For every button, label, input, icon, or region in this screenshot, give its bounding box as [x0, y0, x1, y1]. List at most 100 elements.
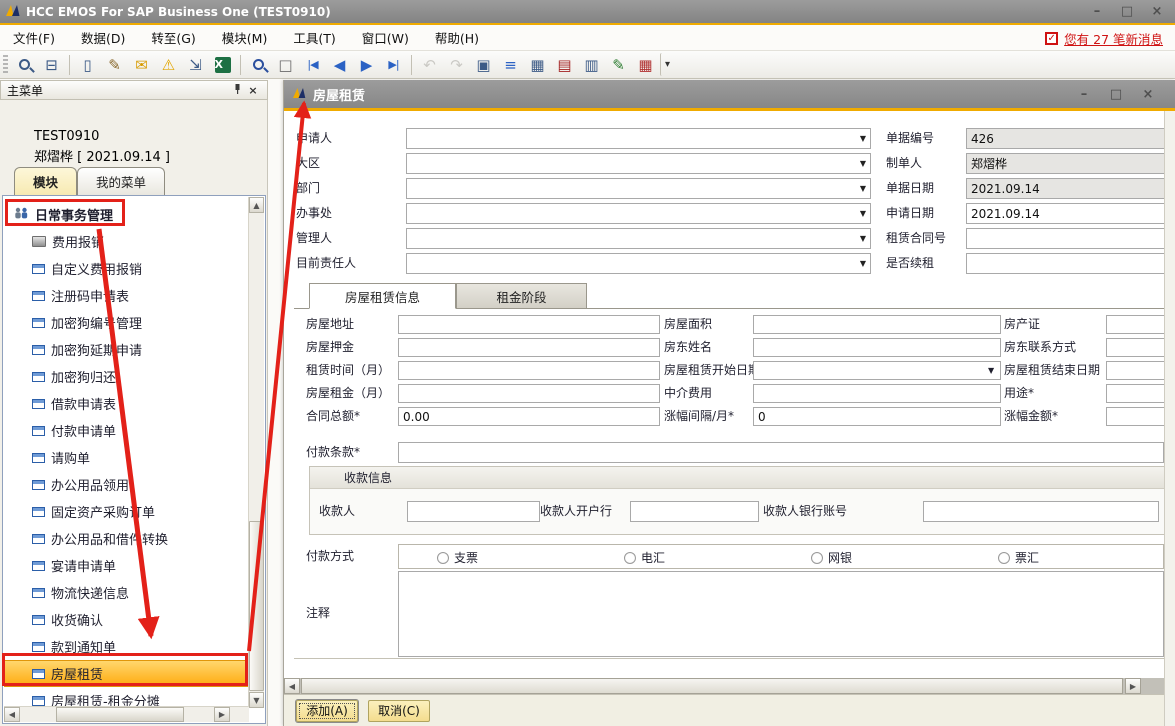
excel-icon[interactable]: X — [210, 53, 235, 76]
collection-field-2[interactable] — [923, 501, 1159, 522]
collection-field-1[interactable] — [630, 501, 759, 522]
sidebar-horizontal-scrollbar[interactable]: ◀ ▶ — [4, 706, 249, 722]
print-icon[interactable]: ⊟ — [39, 53, 64, 76]
toolbar-overflow-button[interactable]: ▾ — [660, 53, 674, 76]
sidebar-item-0[interactable]: 日常事务管理 — [4, 201, 248, 228]
sidebar-item-7[interactable]: 借款申请表 — [4, 390, 248, 417]
scroll-thumb[interactable] — [301, 678, 1123, 694]
sidebar-item-17[interactable]: 房屋租赁 — [4, 660, 248, 687]
scroll-up-icon[interactable]: ▲ — [249, 197, 264, 213]
pin-icon[interactable] — [229, 83, 245, 98]
cancel-button[interactable]: 取消(C) — [368, 700, 430, 722]
scroll-thumb[interactable] — [249, 521, 264, 691]
minimize-icon[interactable]: – — [1089, 4, 1105, 19]
remarks-textarea[interactable] — [398, 571, 1164, 657]
user-code: TEST0910 — [34, 126, 170, 147]
doc-field-3[interactable] — [966, 203, 1166, 224]
menu-item-6[interactable]: 帮助(H) — [422, 28, 492, 47]
warning-icon[interactable]: ⚠ — [156, 53, 181, 76]
sidebar-item-5[interactable]: 加密狗延期申请 — [4, 336, 248, 363]
chart-edit-icon[interactable]: ✎ — [606, 53, 631, 76]
close-icon[interactable]: × — [1149, 4, 1165, 19]
dialog-close-icon[interactable]: × — [1140, 87, 1156, 102]
nav-next-icon[interactable]: ▶ — [354, 53, 379, 76]
dialog-maximize-icon[interactable]: □ — [1108, 87, 1124, 102]
sidebar-item-13[interactable]: 宴请申请单 — [4, 552, 248, 579]
table-icon[interactable]: ▦ — [525, 53, 550, 76]
sidebar-item-1[interactable]: 费用报销 — [4, 228, 248, 255]
nav-last-icon[interactable]: ▶| — [381, 53, 406, 76]
calendar-icon[interactable]: ▦ — [633, 53, 658, 76]
report-icon[interactable]: ▤ — [552, 53, 577, 76]
edit-report-icon[interactable]: ✎ — [102, 53, 127, 76]
grid-field-3-0[interactable] — [398, 384, 660, 403]
grid-field-4-0[interactable] — [398, 407, 660, 426]
grid-field-4-1[interactable] — [753, 407, 1001, 426]
scroll-thumb[interactable] — [56, 707, 184, 722]
query-settings-icon[interactable]: ▥ — [579, 53, 604, 76]
sidebar-item-15[interactable]: 收货确认 — [4, 606, 248, 633]
scroll-left-icon[interactable]: ◀ — [284, 678, 300, 694]
export-icon[interactable]: ⇲ — [183, 53, 208, 76]
scroll-down-icon[interactable]: ▼ — [249, 692, 264, 708]
add-button[interactable]: 添加(A) — [296, 700, 358, 722]
nav-prev-icon[interactable]: ◀ — [327, 53, 352, 76]
sidebar-item-9[interactable]: 请购单 — [4, 444, 248, 471]
tab-modules[interactable]: 模块 — [14, 167, 77, 195]
messages-link[interactable]: 您有 27 笔新消息 — [1064, 29, 1163, 48]
payment-terms-input[interactable] — [398, 442, 1164, 463]
chevron-down-icon[interactable]: ▼ — [988, 366, 994, 375]
sidebar-close-icon[interactable]: × — [245, 84, 261, 97]
grid-field-1-0[interactable] — [398, 338, 660, 357]
list-icon[interactable]: ≡ — [498, 53, 523, 76]
menu-item-3[interactable]: 模块(M) — [209, 28, 281, 47]
radio-2[interactable]: 网银 — [811, 549, 852, 566]
sidebar-item-11[interactable]: 固定资产采购订单 — [4, 498, 248, 525]
tab-my-menu[interactable]: 我的菜单 — [77, 167, 165, 195]
sidebar-item-4[interactable]: 加密狗编号管理 — [4, 309, 248, 336]
grid-field-0-1[interactable] — [753, 315, 1001, 334]
sidebar-item-12[interactable]: 办公用品和借件转换 — [4, 525, 248, 552]
mail-icon[interactable]: ✉ — [129, 53, 154, 76]
grid-field-2-1[interactable] — [753, 361, 1001, 380]
sidebar-item-6[interactable]: 加密狗归还 — [4, 363, 248, 390]
sidebar-vertical-scrollbar[interactable]: ▲ ▼ — [248, 197, 264, 708]
print-preview-icon[interactable] — [12, 53, 37, 76]
sidebar-item-14[interactable]: 物流快递信息 — [4, 579, 248, 606]
menu-item-4[interactable]: 工具(T) — [280, 28, 348, 47]
grid-field-3-1[interactable] — [753, 384, 1001, 403]
tab-rental-info[interactable]: 房屋租赁信息 — [309, 283, 456, 309]
tab-rent-stage[interactable]: 租金阶段 — [456, 283, 587, 309]
scroll-right-icon[interactable]: ▶ — [214, 707, 230, 722]
window-layout-icon[interactable]: ▣ — [471, 53, 496, 76]
sidebar-item-label: 费用报销 — [52, 232, 104, 251]
radio-1[interactable]: 电汇 — [624, 549, 665, 566]
scroll-right-icon[interactable]: ▶ — [1125, 678, 1141, 694]
grid-field-1-1[interactable] — [753, 338, 1001, 357]
new-document-icon[interactable]: □ — [273, 53, 298, 76]
doc-field-4[interactable] — [966, 228, 1166, 249]
find-icon[interactable] — [246, 53, 271, 76]
menu-item-1[interactable]: 数据(D) — [68, 28, 138, 47]
collection-field-0[interactable] — [407, 501, 540, 522]
pda-icon[interactable]: ▯ — [75, 53, 100, 76]
sidebar-item-3[interactable]: 注册码申请表 — [4, 282, 248, 309]
radio-0[interactable]: 支票 — [437, 549, 478, 566]
scroll-left-icon[interactable]: ◀ — [4, 707, 20, 722]
new-messages[interactable]: ✓ 您有 27 笔新消息 — [1045, 25, 1163, 51]
sidebar-item-16[interactable]: 款到通知单 — [4, 633, 248, 660]
sidebar-item-8[interactable]: 付款申请单 — [4, 417, 248, 444]
menu-item-5[interactable]: 窗口(W) — [349, 28, 422, 47]
grid-field-0-0[interactable] — [398, 315, 660, 334]
nav-first-icon[interactable]: |◀ — [300, 53, 325, 76]
radio-3[interactable]: 票汇 — [998, 549, 1039, 566]
maximize-icon[interactable]: □ — [1119, 4, 1135, 19]
doc-field-5[interactable] — [966, 253, 1166, 274]
dialog-minimize-icon[interactable]: – — [1076, 87, 1092, 102]
sidebar-item-10[interactable]: 办公用品领用 — [4, 471, 248, 498]
menu-item-2[interactable]: 转至(G) — [138, 28, 208, 47]
dialog-horizontal-scrollbar[interactable]: ◀ ▶ — [284, 678, 1164, 694]
sidebar-item-2[interactable]: 自定义费用报销 — [4, 255, 248, 282]
menu-item-0[interactable]: 文件(F) — [0, 28, 68, 47]
grid-field-2-0[interactable] — [398, 361, 660, 380]
